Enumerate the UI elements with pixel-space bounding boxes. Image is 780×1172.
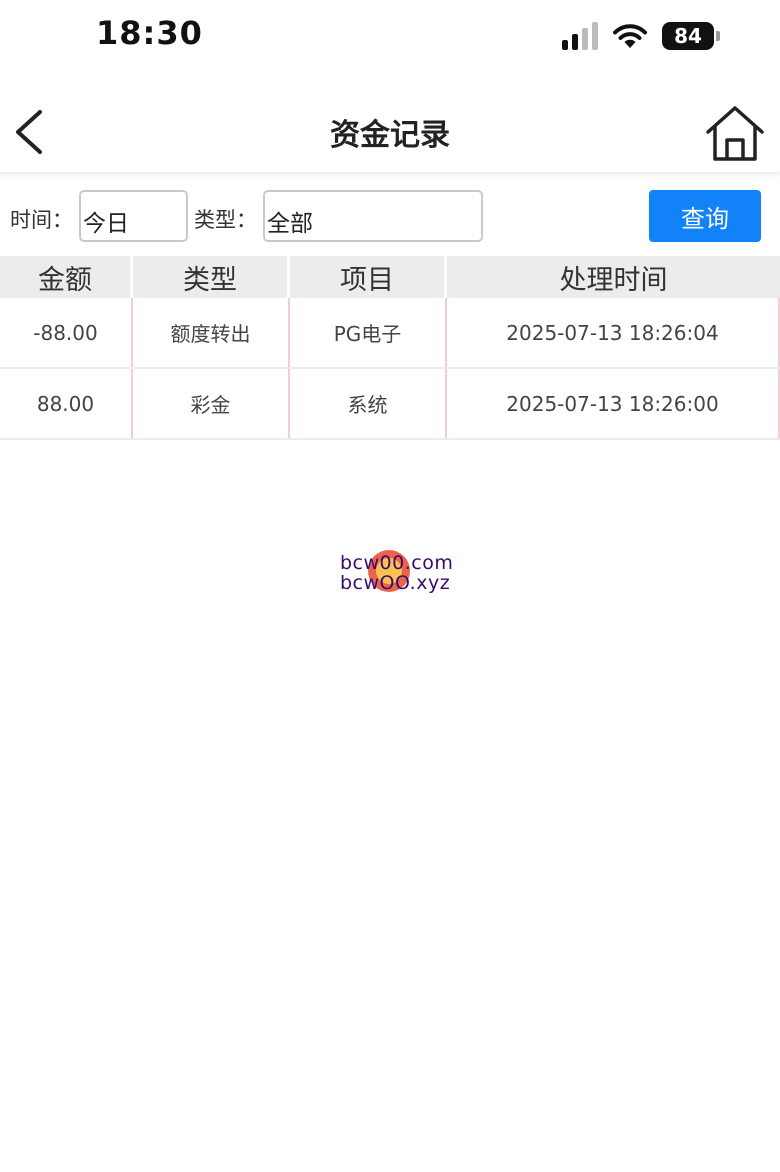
table-row: 88.00 彩金 系统 2025-07-13 18:26:00 <box>0 369 780 440</box>
status-bar: 18:30 84 <box>0 0 780 75</box>
status-time: 18:30 <box>96 14 203 52</box>
wifi-icon <box>613 24 647 48</box>
table-header: 金额 类型 项目 处理时间 <box>0 256 780 298</box>
column-header-item: 项目 <box>290 256 447 298</box>
column-header-time: 处理时间 <box>559 264 668 296</box>
cell-time: 2025-07-13 18:26:00 <box>447 369 780 438</box>
page-title: 资金记录 <box>330 118 450 153</box>
watermark: bcw00.com bcwOO.xyz <box>340 550 460 598</box>
column-header-type: 类型 <box>133 256 290 298</box>
battery-icon: 84 <box>662 22 720 50</box>
cell-type: 彩金 <box>133 369 290 438</box>
type-filter-label: 类型： <box>194 208 257 232</box>
query-button[interactable]: 查询 <box>649 190 761 242</box>
type-filter-select[interactable]: 全部 <box>263 190 483 242</box>
status-icons: 84 <box>562 20 720 52</box>
cell-item: 系统 <box>290 369 447 438</box>
watermark-line-2: bcwOO.xyz <box>340 572 451 594</box>
time-filter-select[interactable]: 今日 <box>79 190 188 242</box>
time-filter-label: 时间： <box>10 208 73 232</box>
cell-amount: -88.00 <box>0 298 133 367</box>
battery-level: 84 <box>674 24 702 48</box>
cell-time: 2025-07-13 18:26:04 <box>447 298 780 367</box>
table-row: -88.00 额度转出 PG电子 2025-07-13 18:26:04 <box>0 298 780 369</box>
home-button[interactable] <box>704 104 766 162</box>
signal-icon <box>562 22 598 50</box>
watermark-line-1: bcw00.com <box>340 552 454 574</box>
column-header-amount: 金额 <box>0 256 133 298</box>
filter-bar: 时间： 今日 类型： 全部 查询 <box>0 188 780 248</box>
records-table: 金额 类型 项目 处理时间 -88.00 额度转出 PG电子 2025-07-1… <box>0 256 780 440</box>
home-icon <box>706 106 764 161</box>
cell-amount: 88.00 <box>0 369 133 438</box>
nav-bar: 资金记录 <box>0 92 780 172</box>
cell-type: 额度转出 <box>133 298 290 367</box>
cell-item: PG电子 <box>290 298 447 367</box>
